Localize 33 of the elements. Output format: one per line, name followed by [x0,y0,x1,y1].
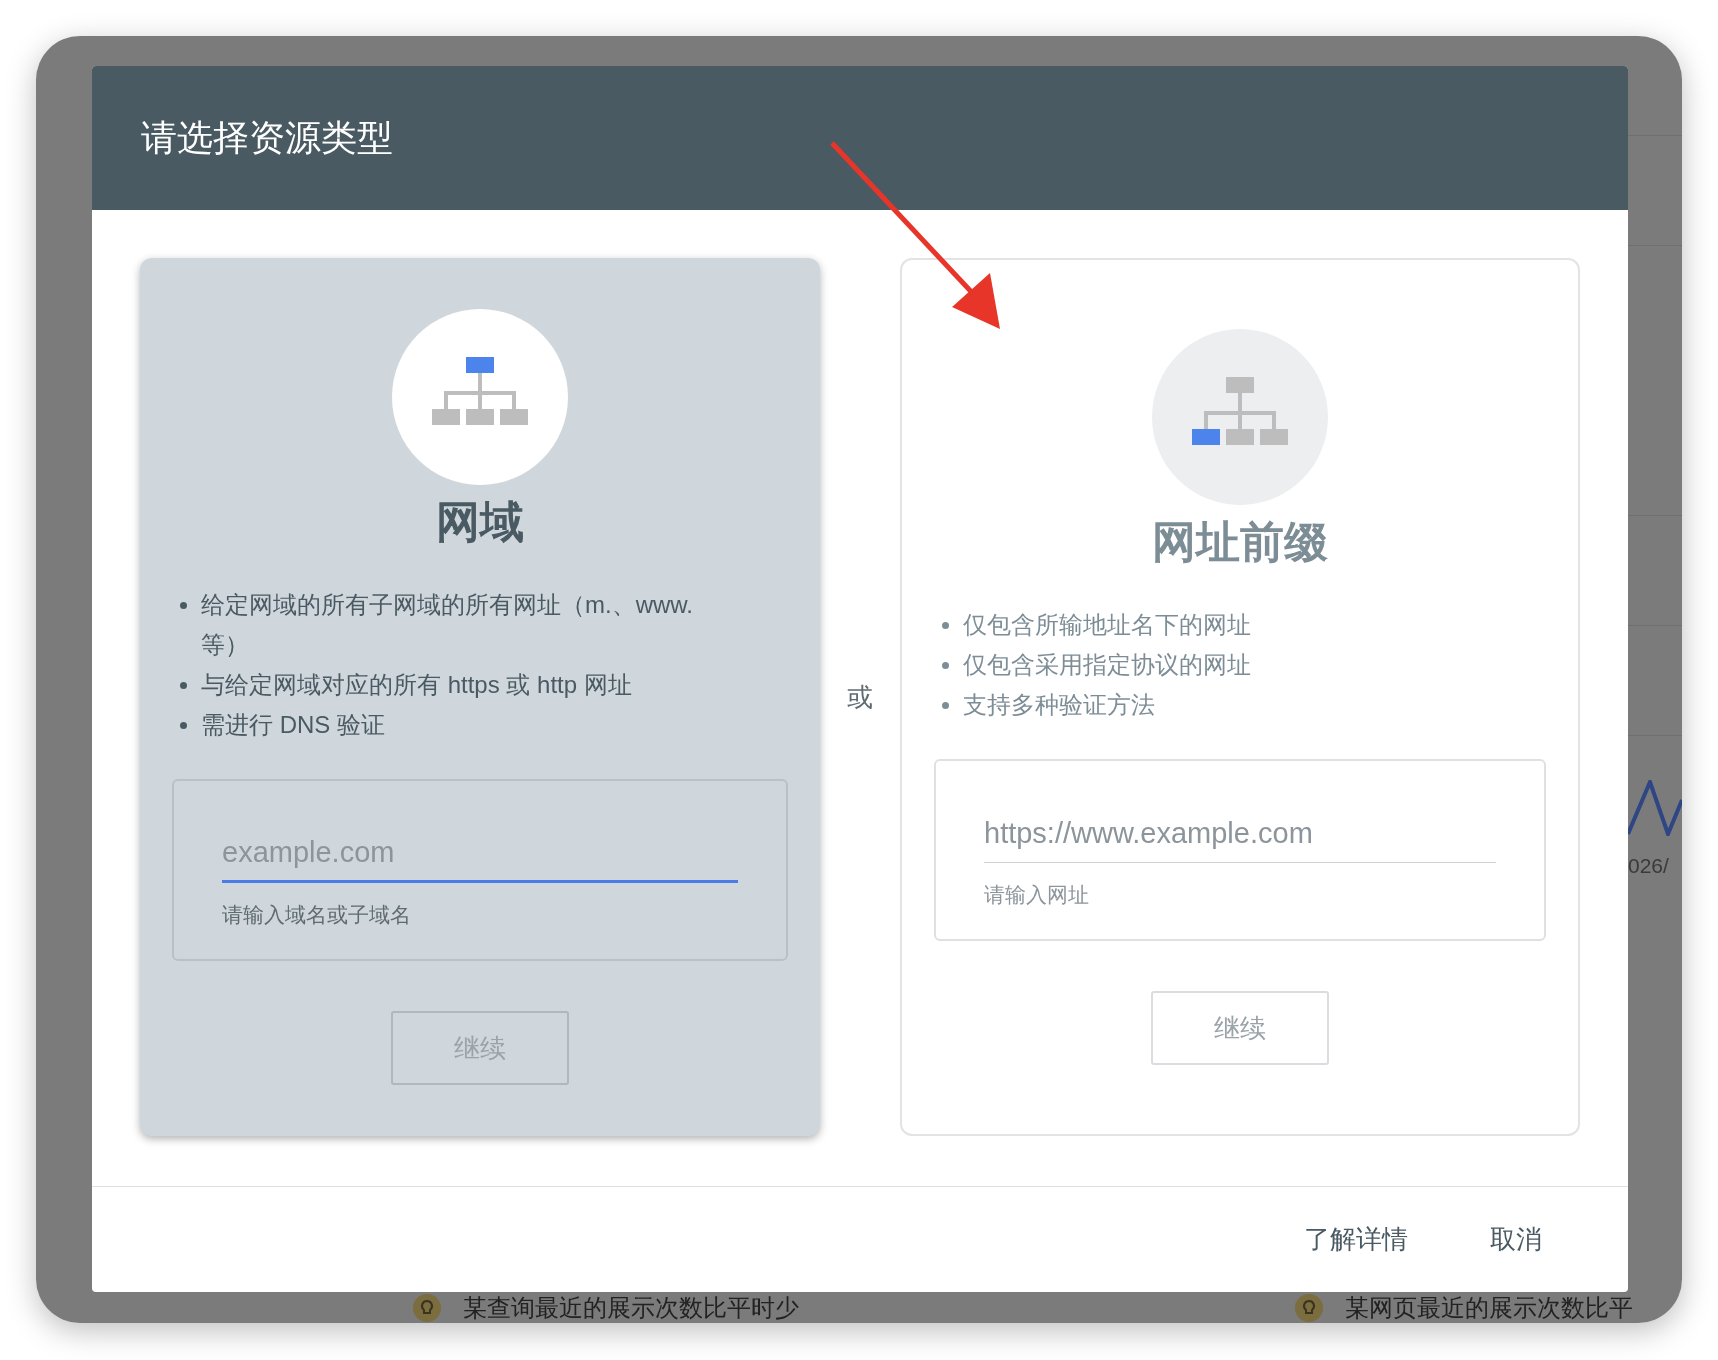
card-title: 网域 [436,496,524,548]
bullet-icon [942,622,949,629]
bullet-icon [180,722,187,729]
dialog-title: 请选择资源类型 [141,116,393,160]
lightbulb-icon [1295,1293,1323,1322]
helper-text: 请输入网址 [984,882,1090,908]
alert-text: 某查询最近的展示次数比平时少 [463,1293,799,1322]
feature-text: 支持多种验证方法 [963,690,1156,720]
input-field[interactable]: https://www.example.com 请输入网址 [934,759,1546,941]
card-title: 网址前缀 [1152,516,1328,568]
alert-text: 某网页最近的展示次数比平 [1345,1293,1633,1322]
text-input[interactable]: example.com [222,825,738,883]
feature-text: 与给定网域对应的所有 https 或 http 网址 [201,670,633,700]
resource-type-card[interactable]: 网址前缀 仅包含所输地址名下的网址 仅包含采用指定协议的网址 支持多种验证方法 https://www.example.com 请输入网址 继续 [900,258,1580,1136]
line-chart-drawing [1628,780,1682,836]
bullet-icon [180,602,187,609]
sitemap-icon [392,309,568,485]
footer-button[interactable]: 取消 [1474,1212,1558,1267]
lightbulb-icon [413,1293,441,1322]
feature-text: 给定网域的所有子网域的所有网址（m.、www. 等） [201,590,694,660]
bullet-icon [180,682,187,689]
footer-button[interactable]: 了解详情 [1288,1212,1424,1267]
feature-text: 仅包含采用指定协议的网址 [963,650,1252,680]
sitemap-icon [1152,329,1328,505]
feature-text: 需进行 DNS 验证 [201,710,386,740]
separator-text: 或 [846,680,874,714]
continue-button[interactable]: 继续 [1151,991,1329,1065]
bullet-icon [942,662,949,669]
helper-text: 请输入域名或子域名 [222,902,412,928]
bullet-icon [942,702,949,709]
input-field[interactable]: example.com 请输入域名或子域名 [172,779,788,961]
feature-text: 仅包含所输地址名下的网址 [963,610,1252,640]
axis-label: 026/ [1628,853,1670,879]
